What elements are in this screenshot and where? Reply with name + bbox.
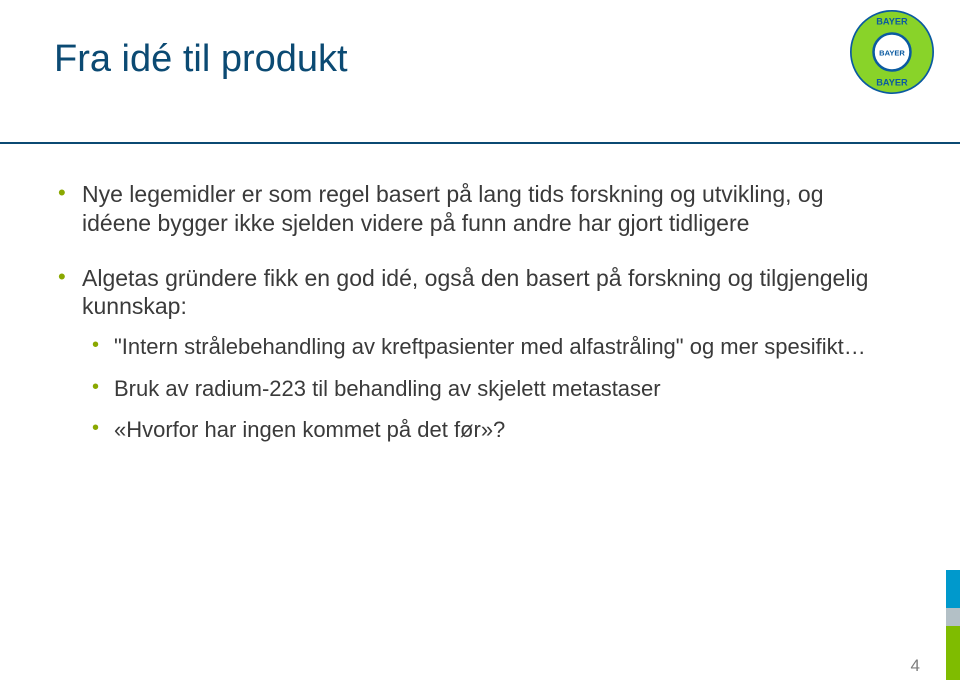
bullet-text: Nye legemidler er som regel basert på la… — [82, 181, 824, 236]
svg-text:BAYER: BAYER — [876, 78, 908, 88]
sub-bullet-item: Bruk av radium-223 til behandling av skj… — [82, 375, 874, 403]
sub-bullet-text: Bruk av radium-223 til behandling av skj… — [114, 376, 661, 401]
page-number: 4 — [911, 656, 920, 676]
accent-strip-blue — [946, 570, 960, 608]
sub-bullet-item: "Intern strålebehandling av kreftpasient… — [82, 333, 874, 361]
bayer-cross-icon: BAYER BAYER BAYER — [850, 10, 934, 94]
title-divider — [0, 142, 960, 144]
slide: Fra idé til produkt BAYER BAYER BAYER Ny… — [0, 0, 960, 694]
page-title: Fra idé til produkt — [54, 38, 348, 81]
content-area: Nye legemidler er som regel basert på la… — [54, 180, 874, 470]
svg-text:BAYER: BAYER — [879, 48, 905, 57]
bullet-item: Nye legemidler er som regel basert på la… — [54, 180, 874, 238]
bayer-logo: BAYER BAYER BAYER — [850, 10, 934, 94]
bullet-item: Algetas gründere fikk en god idé, også d… — [54, 264, 874, 444]
bullet-text: Algetas gründere fikk en god idé, også d… — [82, 265, 868, 320]
accent-strip-green — [946, 626, 960, 680]
sub-bullet-text: "Intern strålebehandling av kreftpasient… — [114, 334, 866, 359]
sub-bullet-item: «Hvorfor har ingen kommet på det før»? — [82, 416, 874, 444]
sub-bullet-text: «Hvorfor har ingen kommet på det før»? — [114, 417, 505, 442]
accent-strip-gray — [946, 608, 960, 626]
svg-text:BAYER: BAYER — [876, 16, 908, 26]
